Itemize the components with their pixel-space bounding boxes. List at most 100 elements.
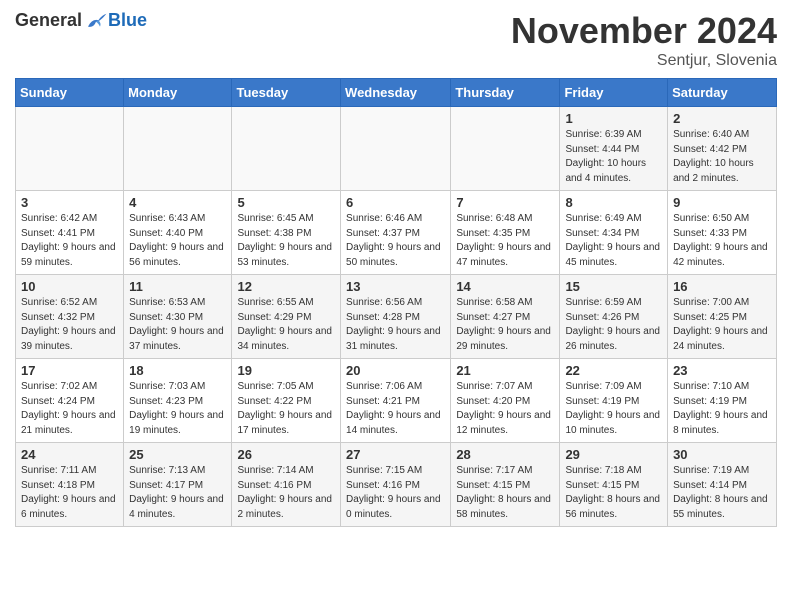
day-number: 25 <box>129 447 226 462</box>
day-number: 27 <box>346 447 445 462</box>
calendar-cell: 6Sunrise: 6:46 AM Sunset: 4:37 PM Daylig… <box>341 191 451 275</box>
day-info: Sunrise: 6:50 AM Sunset: 4:33 PM Dayligh… <box>673 212 771 270</box>
day-info: Sunrise: 7:14 AM Sunset: 4:16 PM Dayligh… <box>237 464 335 522</box>
day-number: 17 <box>21 363 118 378</box>
day-number: 1 <box>565 111 662 126</box>
calendar-cell: 26 Sunrise: 7:14 AM Sunset: 4:16 PM Dayli… <box>232 443 341 527</box>
calendar-cell: 16Sunrise: 7:00 AM Sunset: 4:25 PM Dayli… <box>668 275 777 359</box>
calendar-cell <box>451 107 560 191</box>
calendar-cell: 9Sunrise: 6:50 AM Sunset: 4:33 PM Daylig… <box>668 191 777 275</box>
day-number: 2 <box>673 111 771 126</box>
day-info: Sunrise: 6:55 AM Sunset: 4:29 PM Dayligh… <box>237 296 335 354</box>
calendar-cell: 1 Sunrise: 6:39 AM Sunset: 4:44 PM Daylig… <box>560 107 668 191</box>
calendar-cell: 7Sunrise: 6:48 AM Sunset: 4:35 PM Daylig… <box>451 191 560 275</box>
day-info: Sunrise: 7:17 AM Sunset: 4:15 PM Dayligh… <box>456 464 554 522</box>
calendar-cell: 10 Sunrise: 6:52 AM Sunset: 4:32 PM Dayli… <box>16 275 124 359</box>
day-number: 21 <box>456 363 554 378</box>
calendar-cell: 25 Sunrise: 7:13 AM Sunset: 4:17 PM Dayli… <box>124 443 232 527</box>
header-thursday: Thursday <box>451 79 560 107</box>
day-info: Sunrise: 6:59 AM Sunset: 4:26 PM Dayligh… <box>565 296 662 354</box>
day-info: Sunrise: 7:18 AM Sunset: 4:15 PM Dayligh… <box>565 464 662 522</box>
calendar-week-row: 1 Sunrise: 6:39 AM Sunset: 4:44 PM Daylig… <box>16 107 777 191</box>
calendar-cell: 2 Sunrise: 6:40 AM Sunset: 4:42 PM Daylig… <box>668 107 777 191</box>
day-info: Sunrise: 6:56 AM Sunset: 4:28 PM Dayligh… <box>346 296 445 354</box>
day-info: Sunrise: 7:09 AM Sunset: 4:19 PM Dayligh… <box>565 380 662 438</box>
calendar-cell: 15 Sunrise: 6:59 AM Sunset: 4:26 PM Dayli… <box>560 275 668 359</box>
day-info: Sunrise: 6:42 AM Sunset: 4:41 PM Dayligh… <box>21 212 118 270</box>
title-block: November 2024 Sentjur, Slovenia <box>511 10 777 70</box>
header-friday: Friday <box>560 79 668 107</box>
day-info: Sunrise: 6:46 AM Sunset: 4:37 PM Dayligh… <box>346 212 445 270</box>
day-number: 4 <box>129 195 226 210</box>
logo-blue: Blue <box>108 10 147 31</box>
day-number: 26 <box>237 447 335 462</box>
day-number: 14 <box>456 279 554 294</box>
day-number: 16 <box>673 279 771 294</box>
header-monday: Monday <box>124 79 232 107</box>
day-info: Sunrise: 6:52 AM Sunset: 4:32 PM Dayligh… <box>21 296 118 354</box>
day-info: Sunrise: 7:06 AM Sunset: 4:21 PM Dayligh… <box>346 380 445 438</box>
calendar-cell: 8Sunrise: 6:49 AM Sunset: 4:34 PM Daylig… <box>560 191 668 275</box>
calendar-cell: 11Sunrise: 6:53 AM Sunset: 4:30 PM Dayli… <box>124 275 232 359</box>
day-info: Sunrise: 6:40 AM Sunset: 4:42 PM Dayligh… <box>673 128 771 186</box>
day-info: Sunrise: 7:13 AM Sunset: 4:17 PM Dayligh… <box>129 464 226 522</box>
calendar-cell: 20 Sunrise: 7:06 AM Sunset: 4:21 PM Dayli… <box>341 359 451 443</box>
calendar-cell: 22 Sunrise: 7:09 AM Sunset: 4:19 PM Dayli… <box>560 359 668 443</box>
day-info: Sunrise: 7:07 AM Sunset: 4:20 PM Dayligh… <box>456 380 554 438</box>
calendar-cell: 3 Sunrise: 6:42 AM Sunset: 4:41 PM Daylig… <box>16 191 124 275</box>
calendar-body: 1 Sunrise: 6:39 AM Sunset: 4:44 PM Daylig… <box>16 107 777 527</box>
logo-general: General <box>15 10 82 31</box>
calendar-cell: 12Sunrise: 6:55 AM Sunset: 4:29 PM Dayli… <box>232 275 341 359</box>
day-number: 7 <box>456 195 554 210</box>
main-container: General Blue November 2024 Sentjur, Slov… <box>0 0 792 537</box>
logo-bird-icon <box>84 11 108 31</box>
day-number: 18 <box>129 363 226 378</box>
calendar-cell: 28 Sunrise: 7:17 AM Sunset: 4:15 PM Dayli… <box>451 443 560 527</box>
day-info: Sunrise: 7:15 AM Sunset: 4:16 PM Dayligh… <box>346 464 445 522</box>
day-info: Sunrise: 7:03 AM Sunset: 4:23 PM Dayligh… <box>129 380 226 438</box>
calendar-cell: 27 Sunrise: 7:15 AM Sunset: 4:16 PM Dayli… <box>341 443 451 527</box>
day-info: Sunrise: 6:53 AM Sunset: 4:30 PM Dayligh… <box>129 296 226 354</box>
day-number: 24 <box>21 447 118 462</box>
calendar-week-row: 24 Sunrise: 7:11 AM Sunset: 4:18 PM Dayli… <box>16 443 777 527</box>
day-number: 29 <box>565 447 662 462</box>
calendar-cell: 18 Sunrise: 7:03 AM Sunset: 4:23 PM Dayli… <box>124 359 232 443</box>
day-number: 3 <box>21 195 118 210</box>
calendar-cell: 30 Sunrise: 7:19 AM Sunset: 4:14 PM Dayli… <box>668 443 777 527</box>
day-number: 30 <box>673 447 771 462</box>
calendar-cell: 29 Sunrise: 7:18 AM Sunset: 4:15 PM Dayli… <box>560 443 668 527</box>
calendar-cell: 5 Sunrise: 6:45 AM Sunset: 4:38 PM Daylig… <box>232 191 341 275</box>
calendar-table: Sunday Monday Tuesday Wednesday Thursday… <box>15 78 777 527</box>
day-number: 20 <box>346 363 445 378</box>
day-number: 13 <box>346 279 445 294</box>
calendar-cell <box>124 107 232 191</box>
calendar-cell: 19Sunrise: 7:05 AM Sunset: 4:22 PM Dayli… <box>232 359 341 443</box>
month-title: November 2024 <box>511 10 777 52</box>
calendar-header: Sunday Monday Tuesday Wednesday Thursday… <box>16 79 777 107</box>
calendar-week-row: 10 Sunrise: 6:52 AM Sunset: 4:32 PM Dayli… <box>16 275 777 359</box>
day-info: Sunrise: 7:10 AM Sunset: 4:19 PM Dayligh… <box>673 380 771 438</box>
day-number: 28 <box>456 447 554 462</box>
day-info: Sunrise: 6:58 AM Sunset: 4:27 PM Dayligh… <box>456 296 554 354</box>
calendar-cell: 24 Sunrise: 7:11 AM Sunset: 4:18 PM Dayli… <box>16 443 124 527</box>
header-sunday: Sunday <box>16 79 124 107</box>
day-info: Sunrise: 7:19 AM Sunset: 4:14 PM Dayligh… <box>673 464 771 522</box>
day-info: Sunrise: 7:11 AM Sunset: 4:18 PM Dayligh… <box>21 464 118 522</box>
day-number: 8 <box>565 195 662 210</box>
calendar-cell: 23Sunrise: 7:10 AM Sunset: 4:19 PM Dayli… <box>668 359 777 443</box>
day-number: 22 <box>565 363 662 378</box>
calendar-cell <box>16 107 124 191</box>
day-info: Sunrise: 7:02 AM Sunset: 4:24 PM Dayligh… <box>21 380 118 438</box>
day-info: Sunrise: 6:39 AM Sunset: 4:44 PM Dayligh… <box>565 128 662 186</box>
day-number: 15 <box>565 279 662 294</box>
day-headers-row: Sunday Monday Tuesday Wednesday Thursday… <box>16 79 777 107</box>
calendar-week-row: 17 Sunrise: 7:02 AM Sunset: 4:24 PM Dayli… <box>16 359 777 443</box>
day-number: 10 <box>21 279 118 294</box>
day-number: 5 <box>237 195 335 210</box>
calendar-cell <box>341 107 451 191</box>
day-info: Sunrise: 6:43 AM Sunset: 4:40 PM Dayligh… <box>129 212 226 270</box>
header-tuesday: Tuesday <box>232 79 341 107</box>
logo-text: General Blue <box>15 10 147 31</box>
day-info: Sunrise: 6:45 AM Sunset: 4:38 PM Dayligh… <box>237 212 335 270</box>
calendar-cell <box>232 107 341 191</box>
